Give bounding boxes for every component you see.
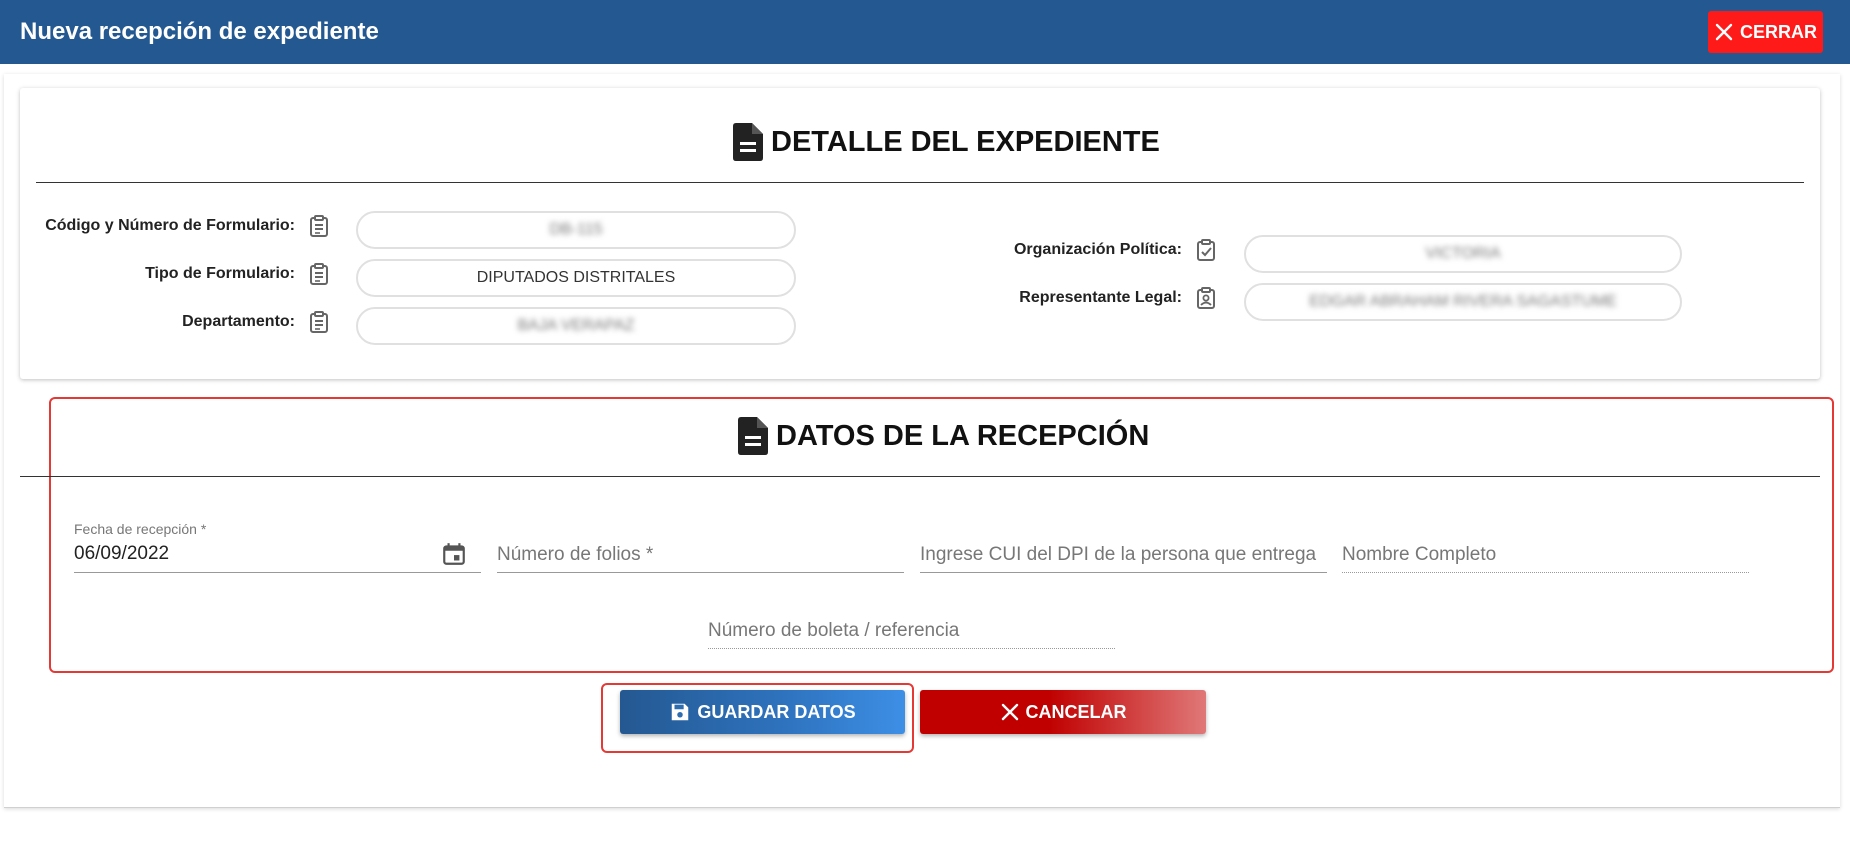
close-label: CERRAR — [1739, 21, 1817, 42]
page-title: Nueva recepción de expediente — [20, 18, 379, 45]
boleta-input[interactable]: Número de boleta / referencia — [708, 620, 959, 642]
cancel-button[interactable]: CANCELAR — [920, 690, 1206, 734]
representante-field[interactable]: EDGAR ABRAHAM RIVERA SAGASTUME — [1244, 283, 1682, 321]
cui-underline — [920, 572, 1327, 573]
header-bar: Nueva recepción de expediente CERRAR — [0, 0, 1850, 64]
calendar-icon[interactable] — [441, 541, 467, 567]
departamento-label: Departamento: — [182, 313, 295, 330]
tipo-label: Tipo de Formulario: — [145, 265, 295, 282]
recepcion-heading: DATOS DE LA RECEPCIÓN — [738, 417, 1149, 455]
organizacion-field[interactable]: VICTORIA — [1244, 235, 1682, 273]
save-label: GUARDAR DATOS — [697, 701, 856, 722]
organizacion-label: Organización Política: — [1013, 241, 1182, 258]
clipboard-icon — [310, 215, 328, 237]
detalle-divider — [36, 182, 1804, 183]
clipboard-icon — [310, 311, 328, 333]
representante-label: Representante Legal: — [1019, 289, 1182, 306]
tipo-field[interactable]: DIPUTADOS DISTRITALES — [356, 259, 796, 297]
nombre-underline — [1342, 572, 1749, 573]
recepcion-divider — [20, 476, 1820, 477]
folios-underline — [497, 572, 904, 573]
close-icon — [1715, 23, 1733, 41]
folios-input[interactable]: Número de folios * — [497, 544, 653, 566]
fecha-label: Fecha de recepción * — [74, 521, 207, 537]
close-icon — [1001, 703, 1018, 721]
cui-input[interactable]: Ingrese CUI del DPI de la persona que en… — [920, 544, 1316, 566]
recepcion-title: DATOS DE LA RECEPCIÓN — [776, 419, 1150, 452]
cancel-label: CANCELAR — [1025, 701, 1127, 722]
fecha-underline — [74, 572, 481, 573]
departamento-field[interactable]: BAJA VERAPAZ — [356, 307, 796, 345]
clipboard-check-icon — [1197, 239, 1215, 261]
codigo-label: Código y Número de Formulario: — [45, 217, 295, 234]
detalle-title: DETALLE DEL EXPEDIENTE — [771, 125, 1160, 158]
document-icon — [733, 123, 763, 161]
boleta-underline — [708, 648, 1115, 649]
clipboard-account-icon — [1197, 287, 1215, 309]
clipboard-icon — [310, 263, 328, 285]
document-icon — [738, 417, 768, 455]
close-button[interactable]: CERRAR — [1708, 11, 1823, 53]
fecha-input[interactable]: 06/09/2022 — [74, 543, 169, 565]
floppy-disk-icon — [672, 703, 689, 721]
save-button[interactable]: GUARDAR DATOS — [620, 690, 905, 734]
codigo-field[interactable]: DB-115 — [356, 211, 796, 249]
nombre-input[interactable]: Nombre Completo — [1342, 544, 1496, 566]
detalle-heading: DETALLE DEL EXPEDIENTE — [733, 123, 1160, 161]
